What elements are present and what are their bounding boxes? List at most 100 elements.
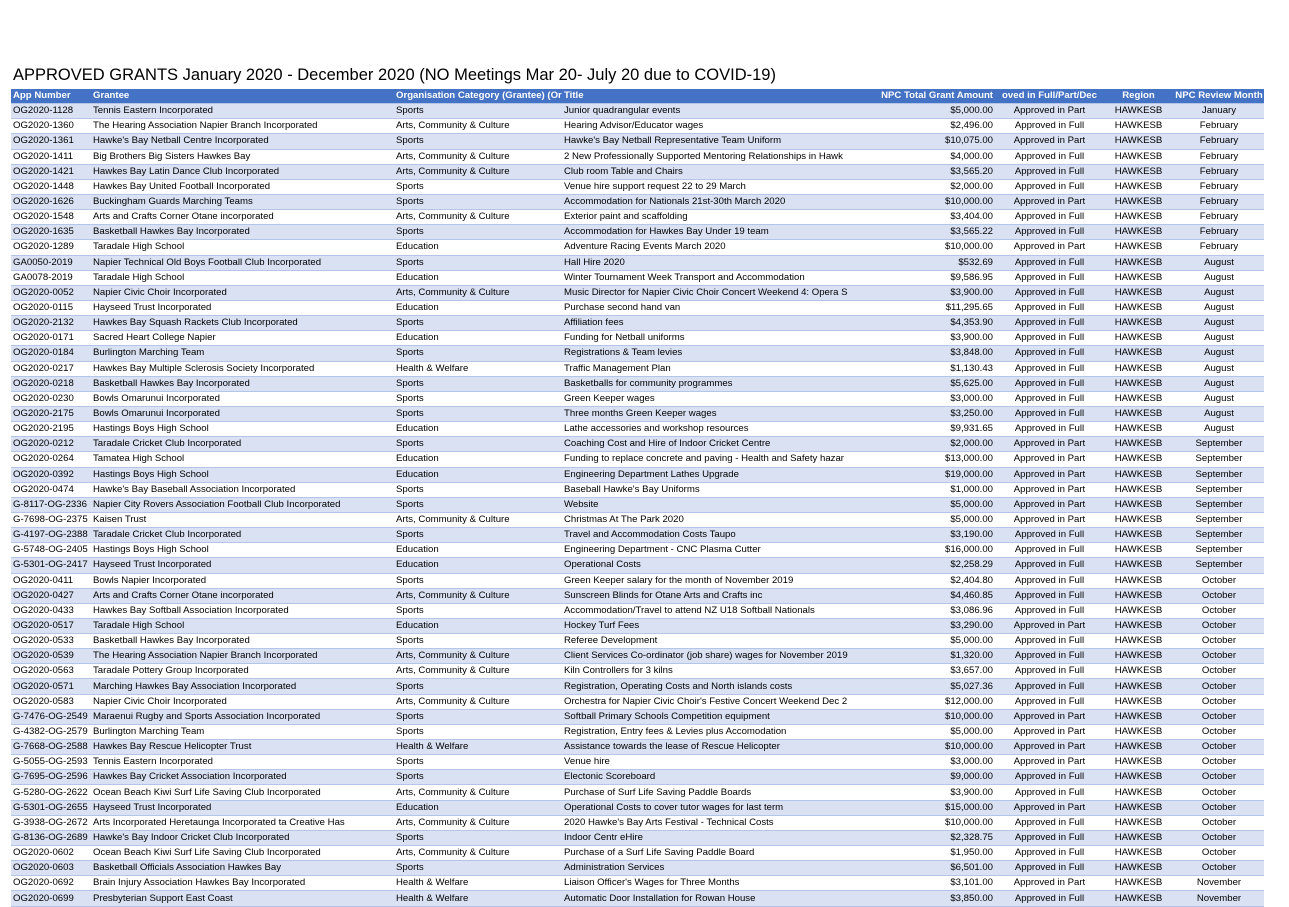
cell-grant-amount[interactable]: $2,404.80: [871, 573, 996, 589]
cell-review-month[interactable]: February: [1174, 164, 1264, 180]
cell-org-category[interactable]: Sports: [394, 224, 562, 240]
cell-grantee[interactable]: Taradale High School: [91, 270, 394, 286]
cell-approval-status[interactable]: Approved in Full: [996, 421, 1103, 437]
cell-title[interactable]: Kiln Controllers for 3 kilns: [562, 663, 871, 679]
cell-app-number[interactable]: G-5280-OG-2622: [11, 784, 91, 801]
cell-region[interactable]: HAWKESB: [1103, 285, 1174, 301]
cell-grant-amount[interactable]: $5,027.36: [871, 678, 996, 695]
cell-title[interactable]: Purchase second hand van: [562, 300, 871, 316]
cell-title[interactable]: Travel and Accommodation Costs Taupo: [562, 527, 871, 543]
cell-app-number[interactable]: OG2020-1289: [11, 239, 91, 256]
cell-org-category[interactable]: Arts, Community & Culture: [394, 663, 562, 679]
cell-title[interactable]: Hearing Advisor/Educator wages: [562, 118, 871, 134]
cell-grant-amount[interactable]: $4,460.85: [871, 588, 996, 604]
cell-title[interactable]: Affiliation fees: [562, 315, 871, 331]
cell-title[interactable]: Junior quadrangular events: [562, 103, 871, 119]
cell-review-month[interactable]: September: [1174, 512, 1264, 528]
cell-region[interactable]: HAWKESB: [1103, 663, 1174, 679]
cell-title[interactable]: Operational Costs to cover tutor wages f…: [562, 800, 871, 816]
cell-region[interactable]: HAWKESB: [1103, 164, 1174, 180]
cell-review-month[interactable]: January: [1174, 103, 1264, 119]
cell-approval-status[interactable]: Approved in Full: [996, 557, 1103, 573]
cell-grantee[interactable]: Hawkes Bay United Football Incorporated: [91, 179, 394, 195]
cell-review-month[interactable]: October: [1174, 830, 1264, 846]
cell-app-number[interactable]: OG2020-0184: [11, 345, 91, 362]
cell-grant-amount[interactable]: $10,000.00: [871, 815, 996, 831]
cell-app-number[interactable]: OG2020-1361: [11, 133, 91, 150]
cell-app-number[interactable]: OG2020-0218: [11, 376, 91, 392]
cell-region[interactable]: HAWKESB: [1103, 784, 1174, 801]
cell-org-category[interactable]: Education: [394, 618, 562, 634]
cell-app-number[interactable]: OG2020-0602: [11, 845, 91, 861]
cell-grant-amount[interactable]: $3,250.00: [871, 406, 996, 422]
cell-org-category[interactable]: Sports: [394, 754, 562, 770]
cell-approval-status[interactable]: Approved in Full: [996, 603, 1103, 619]
cell-org-category[interactable]: Sports: [394, 315, 562, 331]
cell-approval-status[interactable]: Approved in Part: [996, 709, 1103, 725]
cell-title[interactable]: Christmas At The Park 2020: [562, 512, 871, 528]
cell-review-month[interactable]: October: [1174, 769, 1264, 785]
cell-grantee[interactable]: Hastings Boys High School: [91, 542, 394, 558]
cell-grantee[interactable]: Hawke's Bay Indoor Cricket Club Incorpor…: [91, 830, 394, 846]
cell-title[interactable]: Adventure Racing Events March 2020: [562, 239, 871, 256]
cell-region[interactable]: HAWKESB: [1103, 103, 1174, 119]
cell-review-month[interactable]: September: [1174, 467, 1264, 483]
cell-review-month[interactable]: February: [1174, 194, 1264, 210]
cell-approval-status[interactable]: Approved in Part: [996, 739, 1103, 755]
cell-approval-status[interactable]: Approved in Part: [996, 103, 1103, 119]
cell-app-number[interactable]: G-3938-OG-2672: [11, 815, 91, 831]
header-app-number[interactable]: App Number: [11, 89, 91, 104]
cell-review-month[interactable]: October: [1174, 618, 1264, 634]
cell-grantee[interactable]: Hayseed Trust Incorporated: [91, 800, 394, 816]
cell-title[interactable]: Accommodation for Hawkes Bay Under 19 te…: [562, 224, 871, 240]
cell-grant-amount[interactable]: $2,000.00: [871, 436, 996, 452]
header-region[interactable]: Region: [1103, 89, 1174, 104]
cell-grantee[interactable]: Napier Civic Choir Incorporated: [91, 694, 394, 710]
cell-title[interactable]: Purchase of Surf Life Saving Paddle Boar…: [562, 784, 871, 801]
cell-approval-status[interactable]: Approved in Full: [996, 845, 1103, 861]
cell-review-month[interactable]: August: [1174, 421, 1264, 437]
cell-approval-status[interactable]: Approved in Full: [996, 769, 1103, 785]
cell-title[interactable]: 2020 Hawke's Bay Arts Festival - Technic…: [562, 815, 871, 831]
cell-grant-amount[interactable]: $3,900.00: [871, 285, 996, 301]
cell-grant-amount[interactable]: $5,000.00: [871, 724, 996, 740]
cell-org-category[interactable]: Education: [394, 451, 562, 468]
cell-grantee[interactable]: Tamatea High School: [91, 451, 394, 468]
cell-grant-amount[interactable]: $1,000.00: [871, 482, 996, 498]
cell-app-number[interactable]: GA0050-2019: [11, 255, 91, 271]
cell-org-category[interactable]: Arts, Community & Culture: [394, 118, 562, 134]
cell-region[interactable]: HAWKESB: [1103, 391, 1174, 407]
cell-org-category[interactable]: Arts, Community & Culture: [394, 784, 562, 801]
cell-org-category[interactable]: Arts, Community & Culture: [394, 815, 562, 831]
cell-grant-amount[interactable]: $5,000.00: [871, 103, 996, 119]
cell-approval-status[interactable]: Approved in Full: [996, 315, 1103, 331]
cell-approval-status[interactable]: Approved in Full: [996, 270, 1103, 286]
cell-approval-status[interactable]: Approved in Full: [996, 542, 1103, 558]
cell-org-category[interactable]: Health & Welfare: [394, 890, 562, 907]
cell-region[interactable]: HAWKESB: [1103, 300, 1174, 316]
cell-grant-amount[interactable]: $3,848.00: [871, 345, 996, 362]
cell-app-number[interactable]: OG2020-0212: [11, 436, 91, 452]
cell-grantee[interactable]: Presbyterian Support East Coast: [91, 890, 394, 907]
cell-title[interactable]: Hockey Turf Fees: [562, 618, 871, 634]
cell-grant-amount[interactable]: $5,625.00: [871, 376, 996, 392]
cell-review-month[interactable]: October: [1174, 588, 1264, 604]
cell-title[interactable]: Traffic Management Plan: [562, 361, 871, 377]
cell-grant-amount[interactable]: $3,000.00: [871, 391, 996, 407]
cell-org-category[interactable]: Arts, Community & Culture: [394, 149, 562, 165]
cell-approval-status[interactable]: Approved in Part: [996, 467, 1103, 483]
cell-grantee[interactable]: Buckingham Guards Marching Teams: [91, 194, 394, 210]
cell-app-number[interactable]: OG2020-1421: [11, 164, 91, 180]
cell-approval-status[interactable]: Approved in Part: [996, 497, 1103, 513]
cell-app-number[interactable]: OG2020-0392: [11, 467, 91, 483]
cell-grant-amount[interactable]: $4,353.90: [871, 315, 996, 331]
cell-title[interactable]: Accommodation/Travel to attend NZ U18 So…: [562, 603, 871, 619]
cell-region[interactable]: HAWKESB: [1103, 512, 1174, 528]
cell-review-month[interactable]: August: [1174, 270, 1264, 286]
cell-grant-amount[interactable]: $3,404.00: [871, 209, 996, 225]
cell-org-category[interactable]: Sports: [394, 133, 562, 150]
cell-app-number[interactable]: G-8117-OG-2336: [11, 497, 91, 513]
cell-grant-amount[interactable]: $11,295.65: [871, 300, 996, 316]
cell-title[interactable]: Club room Table and Chairs: [562, 164, 871, 180]
cell-grant-amount[interactable]: $6,501.00: [871, 860, 996, 876]
